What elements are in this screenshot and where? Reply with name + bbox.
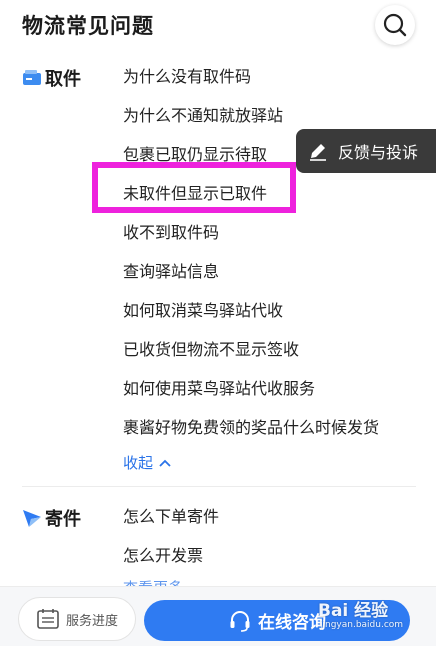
question-item[interactable]: 怎么开发票 xyxy=(123,539,428,578)
page-title: 物流常见问题 xyxy=(22,14,154,38)
question-item-highlighted[interactable]: 未取件但显示已取件 xyxy=(123,177,428,216)
section-divider xyxy=(22,486,416,487)
headset-icon xyxy=(228,609,252,633)
search-button[interactable] xyxy=(375,5,415,45)
chevron-up-icon xyxy=(159,459,171,467)
page: 物流常见问题 取件 为什么没有取件码 为什么不通知就放驿站 包裹已取仍显示待取 xyxy=(0,0,436,646)
service-progress-button[interactable]: 服务进度 xyxy=(18,597,136,641)
question-item[interactable]: 如何取消菜鸟驿站代收 xyxy=(123,294,428,333)
question-item[interactable]: 怎么下单寄件 xyxy=(123,500,428,539)
send-plane-icon xyxy=(22,508,42,528)
collapse-link[interactable]: 收起 xyxy=(123,450,428,476)
question-item[interactable]: 如何使用菜鸟驿站代收服务 xyxy=(123,372,428,411)
question-item[interactable]: 已收货但物流不显示签收 xyxy=(123,333,428,372)
send-question-list: 怎么下单寄件 怎么开发票 查看更多 xyxy=(123,500,428,598)
section-pickup-header: 取件 xyxy=(22,60,81,96)
online-consult-button[interactable]: 在线咨询 xyxy=(144,600,410,641)
section-pickup-title: 取件 xyxy=(45,69,81,90)
question-item[interactable]: 裹酱好物免费领的奖品什么时候发货 xyxy=(123,411,428,450)
section-send-header: 寄件 xyxy=(22,500,81,536)
question-item[interactable]: 查询驿站信息 xyxy=(123,255,428,294)
service-progress-label: 服务进度 xyxy=(65,613,118,629)
question-item[interactable]: 为什么没有取件码 xyxy=(123,60,428,99)
bottom-bar: 服务进度 在线咨询 xyxy=(0,586,436,646)
feedback-button[interactable]: 反馈与投诉 xyxy=(296,129,436,173)
pickup-card-icon xyxy=(22,68,42,88)
header: 物流常见问题 xyxy=(0,0,436,52)
edit-pencil-icon xyxy=(308,141,328,161)
pickup-question-list: 为什么没有取件码 为什么不通知就放驿站 包裹已取仍显示待取 未取件但显示已取件 … xyxy=(123,60,428,476)
feedback-label: 反馈与投诉 xyxy=(338,143,419,162)
section-send-title: 寄件 xyxy=(45,509,81,530)
question-item[interactable]: 收不到取件码 xyxy=(123,216,428,255)
collapse-label: 收起 xyxy=(123,454,154,472)
online-consult-label: 在线咨询 xyxy=(258,613,326,633)
calendar-list-icon xyxy=(36,608,60,630)
search-icon xyxy=(383,13,407,37)
